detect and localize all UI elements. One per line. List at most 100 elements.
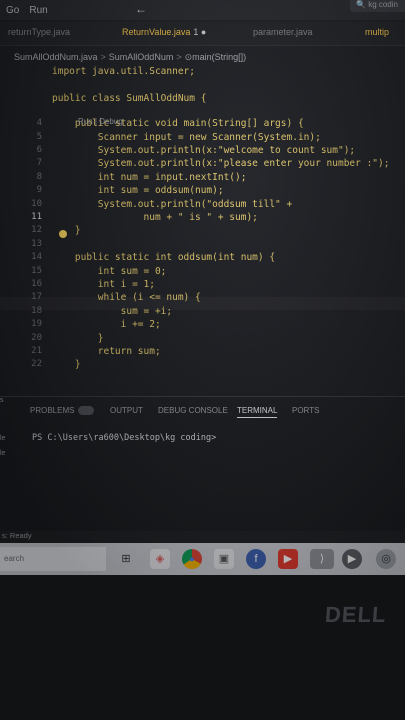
code-line[interactable]: 8 int num = input.nextInt(); [0,172,405,185]
code-text: Scanner input = new Scanner(System.in); [52,131,321,143]
breadcrumb-separator: > [100,52,106,62]
code-line[interactable]: 7 System.out.println(x:"please enter you… [0,158,405,171]
code-line[interactable]: 17 while (i <= num) { [0,292,405,305]
code-text: num + " is " + sum); [52,212,258,223]
code-text: System.out.println(x:"please enter your … [52,158,390,170]
windows-taskbar: earch ⊞ ◈ ● ▣ f ▶ ⟩ ▶ ◎ [0,543,405,575]
search-text: kg codin [368,0,398,9]
code-line[interactable]: public class SumAllOddNum { [0,93,405,106]
code-line[interactable]: 6 System.out.println(x:"welcome to count… [0,145,405,158]
code-line[interactable]: 10 System.out.println("oddsum till" + [0,199,405,212]
menu-run[interactable]: Run [29,5,47,16]
line-number: 8 [36,171,42,182]
line-number: 12 [31,225,42,236]
line-number: 16 [31,279,42,289]
code-text: while (i <= num) { [52,292,201,304]
code-text: } [52,332,104,344]
breadcrumb-class[interactable]: SumAllOddNum [109,52,174,62]
line-number: 21 [31,346,42,356]
tab-label: returnType.java [8,27,71,37]
line-number: 11 [31,212,42,222]
back-arrow-icon[interactable]: ← [135,2,147,16]
line-number: 13 [31,238,42,249]
code-line[interactable]: 15 int sum = 0; [0,266,405,279]
task-view-icon[interactable]: ⊞ [116,549,136,569]
terminal-prompt[interactable]: PS C:\Users\ra600\Desktop\kg coding> [32,433,216,443]
tab-debug-console[interactable]: DEBUG CONSOLE [158,406,228,415]
lightbulb-icon[interactable] [59,230,67,238]
code-line[interactable] [0,79,405,92]
code-line[interactable]: 18 sum = +i; [0,306,405,319]
code-line[interactable]: 13 [0,239,405,252]
code-line[interactable]: 16 int i = 1; [0,279,405,292]
line-number: 9 [36,185,42,196]
status-bar: s: Ready [0,531,405,543]
code-text: System.out.println(x:"welcome to count s… [52,145,356,156]
tab-label: PORTS [292,406,320,415]
vscode-icon[interactable]: ⟩ [310,549,334,569]
youtube-icon[interactable]: ▶ [278,549,298,569]
menu-bar: Go Run ← 🔍 kg codin [0,0,405,20]
chrome-icon[interactable]: ● [182,549,202,569]
code-line[interactable]: 11 num + " is " + sum); [0,212,405,225]
code-text: System.out.println("oddsum till" + [52,198,293,210]
facebook-icon[interactable]: f [246,549,266,569]
code-line[interactable]: import java.util.Scanner; [0,66,405,79]
codelens-run-debug[interactable]: Run | Debug [78,117,123,126]
code-text: int num = input.nextInt(); [52,171,247,183]
media-icon[interactable]: ▶ [342,549,362,569]
code-line[interactable]: 5 Scanner input = new Scanner(System.in)… [0,132,405,145]
code-line[interactable]: 9 int sum = oddsum(num); [0,185,405,198]
tab-label: parameter.java [253,27,313,37]
code-line[interactable]: 21 return sum; [0,346,405,359]
line-number: 17 [31,292,42,303]
menu-go[interactable]: Go [6,5,19,16]
tab-returnvalue[interactable]: ReturnValue.java 1 ● [122,27,206,37]
line-number: 22 [31,359,42,370]
file-explorer-icon[interactable]: ◈ [150,549,170,569]
code-text: int sum = 0; [52,265,167,277]
code-line[interactable]: 4 public static void main(String[] args)… [0,118,405,131]
tab-parameter[interactable]: parameter.java [253,27,313,37]
code-line[interactable]: 19 i += 2; [0,319,405,332]
network-icon[interactable]: ◎ [376,549,396,569]
line-number: 7 [36,158,42,169]
tab-label: ReturnValue.java [122,27,191,37]
line-number: 18 [31,305,42,316]
code-line[interactable]: 14 public static int oddsum(int num) { [0,252,405,265]
sidebar-fragment: s [0,397,4,404]
line-number: 5 [36,131,42,142]
code-line[interactable]: 20 } [0,333,405,346]
taskbar-search[interactable]: earch [0,547,106,571]
breadcrumb-method[interactable]: main(String[]) [192,52,246,62]
tab-output[interactable]: OUTPUT [110,406,143,415]
tab-ports[interactable]: PORTS [292,406,319,415]
dell-logo: DELL [324,602,388,627]
tab-problems[interactable]: PROBLEMS [30,406,95,416]
sidebar-fragment: le [0,435,6,442]
line-number: 15 [31,265,42,276]
line-number: 14 [31,252,42,263]
tab-label: TERMINAL [237,406,278,415]
method-icon: ⊙ [184,52,193,62]
tab-terminal[interactable]: TERMINAL [237,406,278,418]
breadcrumb-file[interactable]: SumAllOddNum.java [14,52,98,62]
tab-label: PROBLEMS [30,406,75,415]
breadcrumb-separator: > [176,52,182,62]
line-number: 19 [31,319,42,330]
code-line[interactable]: 22 } [0,359,405,372]
bottom-panel: PROBLEMS OUTPUT DEBUG CONSOLE TERMINAL P… [0,396,405,531]
code-text: public class SumAllOddNum { [52,92,207,104]
editor-tab-bar: returnType.java ReturnValue.java 1 ● para… [0,22,405,46]
code-text: import java.util.Scanner; [52,66,195,77]
tab-multip[interactable]: multip [365,27,389,37]
code-text: return sum; [52,346,161,357]
file-icon[interactable]: ▣ [214,549,234,569]
breadcrumb: SumAllOddNum.java > SumAllOddNum > ⊙main(Str… [14,52,246,63]
code-text: int sum = oddsum(num); [52,185,224,197]
command-center-search[interactable]: 🔍 kg codin [350,0,405,12]
sidebar-fragment: le [0,450,6,457]
line-number: 10 [31,198,42,209]
tab-returntype[interactable]: returnType.java [8,27,70,37]
laptop-bezel [0,575,405,720]
